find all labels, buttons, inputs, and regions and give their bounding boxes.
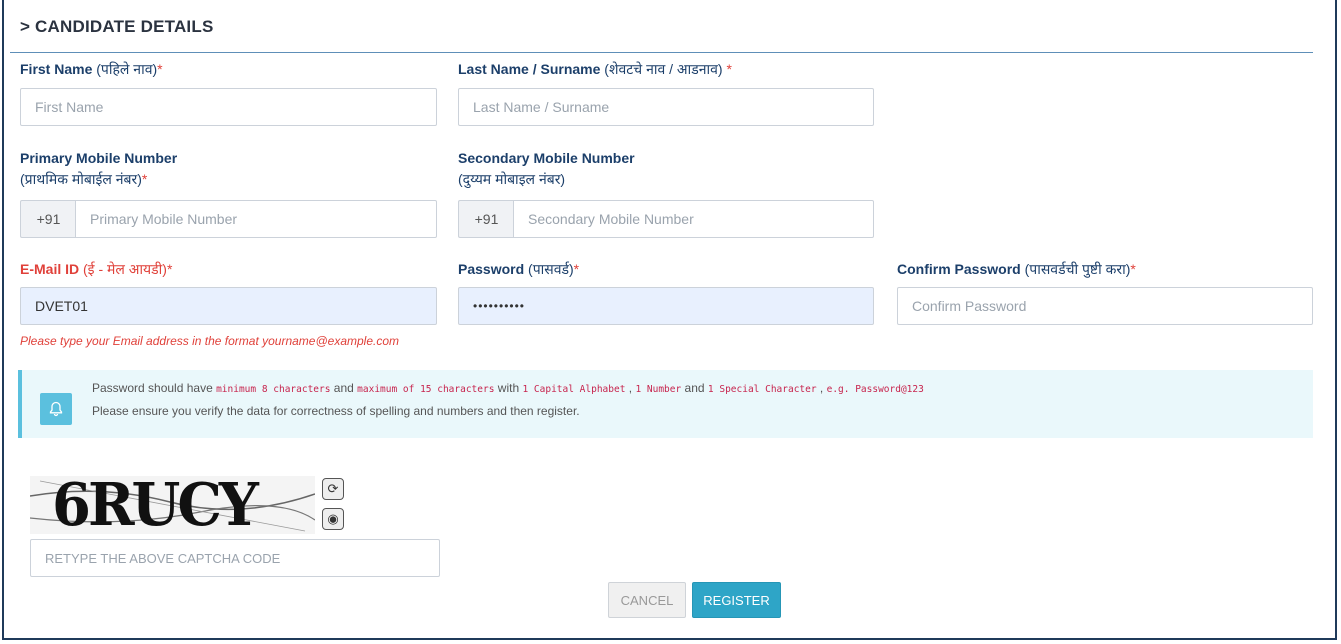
- email-format-hint: Please type your Email address in the fo…: [20, 334, 400, 348]
- email-label-text: E-Mail ID: [20, 261, 80, 277]
- notice-text: and: [330, 381, 358, 395]
- secondary-mobile-label-text: Secondary Mobile Number: [458, 150, 635, 166]
- captcha-input[interactable]: [30, 539, 440, 577]
- bell-icon: [40, 393, 72, 425]
- first-name-label-text: First Name: [20, 61, 93, 77]
- primary-mobile-label: Primary Mobile Number (प्राथमिक मोबाईल न…: [20, 148, 177, 190]
- notice-text: and: [681, 381, 708, 395]
- notice-text: ,: [816, 381, 827, 395]
- secondary-mobile-label-dev: (दुय्यम मोबाइल नंबर): [458, 171, 566, 187]
- cancel-button[interactable]: CANCEL: [608, 582, 686, 618]
- primary-mobile-label-text: Primary Mobile Number: [20, 150, 178, 166]
- primary-mobile-input[interactable]: [75, 200, 437, 238]
- notice-code: maximum of 15 characters: [357, 384, 495, 395]
- primary-mobile-label-dev: (प्राथमिक मोबाईल नंबर): [20, 171, 142, 187]
- password-label: Password (पासवर्ड)*: [458, 259, 579, 280]
- required-mark: *: [573, 261, 580, 277]
- last-name-label: Last Name / Surname (शेवटचे नाव / आडनाव)…: [458, 59, 732, 80]
- notice-code: 1 Special Character: [707, 384, 817, 395]
- email-input[interactable]: [20, 287, 437, 325]
- last-name-label-text: Last Name / Surname: [458, 61, 601, 77]
- captcha-text: 6RUCY: [52, 476, 259, 534]
- password-label-dev: (पासवर्ड): [528, 261, 574, 277]
- required-mark: *: [141, 171, 148, 187]
- email-label-dev: (ई - मेल आयडी): [83, 261, 167, 277]
- confirm-password-input[interactable]: [897, 287, 1313, 325]
- country-code-addon: +91: [20, 200, 76, 238]
- password-label-text: Password: [458, 261, 525, 277]
- section-divider: [10, 52, 1313, 53]
- confirm-password-label-text: Confirm Password: [897, 261, 1021, 277]
- captcha-image: 6RUCY: [30, 476, 315, 534]
- notice-text: ,: [625, 381, 636, 395]
- secondary-mobile-label: Secondary Mobile Number (दुय्यम मोबाइल न…: [458, 148, 635, 190]
- first-name-label-dev: (पहिले नाव): [96, 61, 158, 77]
- email-label: E-Mail ID (ई - मेल आयडी)*: [20, 259, 172, 280]
- last-name-input[interactable]: [458, 88, 874, 126]
- password-policy-notice: Password should have minimum 8 character…: [18, 370, 1313, 438]
- register-button[interactable]: REGISTER: [692, 582, 781, 618]
- notice-code: e.g. Password@123: [826, 384, 924, 395]
- notice-text: Password should have: [92, 381, 217, 395]
- refresh-captcha-icon[interactable]: ⟳: [322, 478, 344, 500]
- required-mark: *: [1130, 261, 1136, 277]
- confirm-password-label-dev: (पासवर्डची पुष्टी करा): [1024, 261, 1131, 277]
- notice-text: with: [494, 381, 523, 395]
- notice-code: 1 Number: [635, 384, 682, 395]
- secondary-mobile-input[interactable]: [513, 200, 874, 238]
- first-name-input[interactable]: [20, 88, 437, 126]
- bell-icon-svg: [49, 401, 63, 417]
- section-title: > CANDIDATE DETAILS: [20, 17, 214, 36]
- last-name-label-dev: (शेवटचे नाव / आडनाव): [604, 61, 723, 77]
- notice-code: minimum 8 characters: [216, 384, 331, 395]
- confirm-password-label: Confirm Password (पासवर्डची पुष्टी करा)*: [897, 259, 1136, 280]
- required-mark: *: [166, 261, 173, 277]
- audio-captcha-icon[interactable]: ◉: [322, 508, 344, 530]
- required-mark: *: [722, 61, 732, 77]
- first-name-label: First Name (पहिले नाव)*: [20, 59, 163, 80]
- password-policy-line: Password should have minimum 8 character…: [92, 381, 924, 395]
- password-input[interactable]: ••••••••••: [458, 287, 874, 325]
- country-code-addon: +91: [458, 200, 514, 238]
- required-mark: *: [157, 61, 163, 77]
- notice-code: 1 Capital Alphabet: [522, 384, 626, 395]
- verify-data-line: Please ensure you verify the data for co…: [92, 404, 580, 418]
